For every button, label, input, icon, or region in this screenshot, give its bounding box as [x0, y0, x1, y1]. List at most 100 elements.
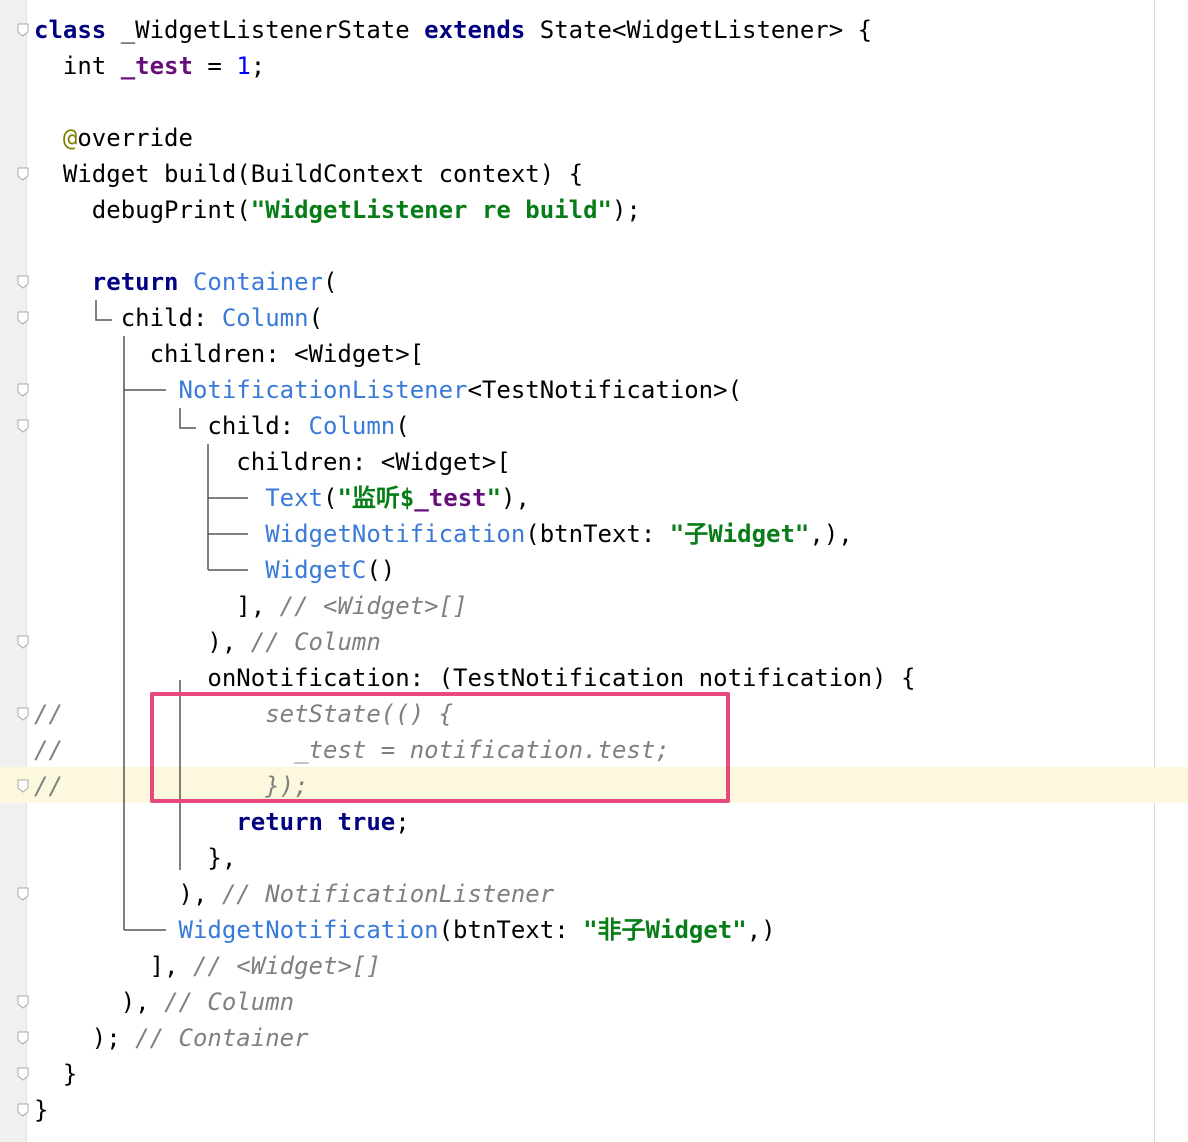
- code-line[interactable]: WidgetC(): [34, 552, 395, 588]
- code-token: "监听$: [337, 484, 415, 512]
- code-line[interactable]: children: <Widget>[: [34, 336, 425, 372]
- code-line[interactable]: },: [34, 840, 236, 876]
- code-token: "子Widget": [669, 520, 810, 548]
- code-line[interactable]: WidgetNotification(btnText: "子Widget",),: [34, 516, 853, 552]
- code-line[interactable]: Widget build(BuildContext context) {: [34, 156, 583, 192]
- code-token: true: [337, 808, 396, 836]
- fold-marker-icon[interactable]: [16, 419, 30, 433]
- code-token: ": [486, 484, 502, 512]
- code-token: (: [308, 304, 324, 332]
- fold-marker-icon[interactable]: [16, 779, 30, 793]
- code-line[interactable]: ), // Column: [34, 624, 381, 660]
- code-line[interactable]: return true;: [34, 804, 409, 840]
- code-token: NotificationListener: [178, 376, 468, 404]
- code-line[interactable]: ], // <Widget>[]: [34, 948, 381, 984]
- fold-marker-icon[interactable]: [16, 707, 30, 721]
- code-line[interactable]: ), // NotificationListener: [34, 876, 555, 912]
- code-token: WidgetNotification: [178, 916, 439, 944]
- code-line[interactable]: @override: [34, 120, 193, 156]
- code-token: debugPrint(: [91, 196, 251, 224]
- code-line[interactable]: }: [34, 1056, 77, 1092]
- fold-marker-icon[interactable]: [16, 167, 30, 181]
- code-line[interactable]: onNotification: (TestNotification notifi…: [34, 660, 915, 696]
- code-token: children: <Widget>[: [149, 340, 425, 368]
- code-line[interactable]: ); // Container: [34, 1020, 309, 1056]
- code-token: ],: [149, 952, 193, 980]
- code-line[interactable]: Text("监听$_test"),: [34, 480, 530, 516]
- code-token: ),: [120, 988, 165, 1016]
- fold-marker-icon[interactable]: [16, 635, 30, 649]
- code-line[interactable]: class _WidgetListenerState extends State…: [34, 12, 872, 48]
- code-token: //: [34, 700, 63, 728]
- fold-marker-icon[interactable]: [16, 383, 30, 397]
- code-token: // <Widget>[]: [279, 592, 468, 620]
- highlight-annotation-box: [150, 692, 730, 803]
- code-line[interactable]: }: [34, 1092, 48, 1128]
- code-token: //: [34, 772, 63, 800]
- code-token: "WidgetListener re build": [250, 196, 612, 224]
- code-line[interactable]: ], // <Widget>[]: [34, 588, 468, 624]
- code-token: 1: [236, 52, 251, 80]
- code-token: ),: [207, 628, 251, 656]
- code-token: Widget build(BuildContext context) {: [62, 160, 584, 188]
- code-token: // NotificationListener: [221, 880, 555, 908]
- code-token: Column: [308, 412, 396, 440]
- code-token: ),: [178, 880, 222, 908]
- code-line[interactable]: debugPrint("WidgetListener re build");: [34, 192, 641, 228]
- code-token: // Column: [250, 628, 381, 656]
- fold-marker-icon[interactable]: [16, 995, 30, 1009]
- fold-marker-icon[interactable]: [16, 1103, 30, 1117]
- code-line[interactable]: ), // Column: [34, 984, 294, 1020]
- code-token: override: [77, 124, 193, 152]
- code-token: ,): [746, 916, 776, 944]
- code-token: );: [611, 196, 641, 224]
- code-line[interactable]: children: <Widget>[: [34, 444, 511, 480]
- code-line[interactable]: child: Column(: [34, 408, 410, 444]
- code-token: // Column: [164, 988, 295, 1016]
- fold-marker-icon[interactable]: [16, 1031, 30, 1045]
- code-line[interactable]: NotificationListener<TestNotification>(: [34, 372, 743, 408]
- code-token: State<WidgetListener> {: [525, 16, 873, 44]
- code-token: }: [62, 1060, 78, 1088]
- code-line[interactable]: int _test = 1;: [34, 48, 265, 84]
- code-token: onNotification: (TestNotification notifi…: [207, 664, 916, 692]
- code-token: int: [62, 52, 121, 80]
- fold-marker-icon[interactable]: [16, 275, 30, 289]
- code-token: (: [395, 412, 410, 440]
- code-line[interactable]: return Container(: [34, 264, 338, 300]
- code-token: (: [323, 268, 338, 296]
- fold-marker-icon[interactable]: [16, 23, 30, 37]
- fold-marker-icon[interactable]: [16, 887, 30, 901]
- fold-marker-icon[interactable]: [16, 311, 30, 325]
- code-token: );: [91, 1024, 136, 1052]
- code-line[interactable]: child: Column(: [34, 300, 323, 336]
- code-token: (btnText:: [438, 916, 584, 944]
- fold-marker-icon[interactable]: [16, 1067, 30, 1081]
- code-token: class: [34, 16, 107, 44]
- code-token: },: [207, 844, 237, 872]
- code-token: child:: [207, 412, 309, 440]
- code-token: return: [236, 808, 323, 836]
- code-token: // <Widget>[]: [192, 952, 381, 980]
- code-token: // Container: [135, 1024, 309, 1052]
- code-line[interactable]: WidgetNotification(btnText: "非子Widget",): [34, 912, 776, 948]
